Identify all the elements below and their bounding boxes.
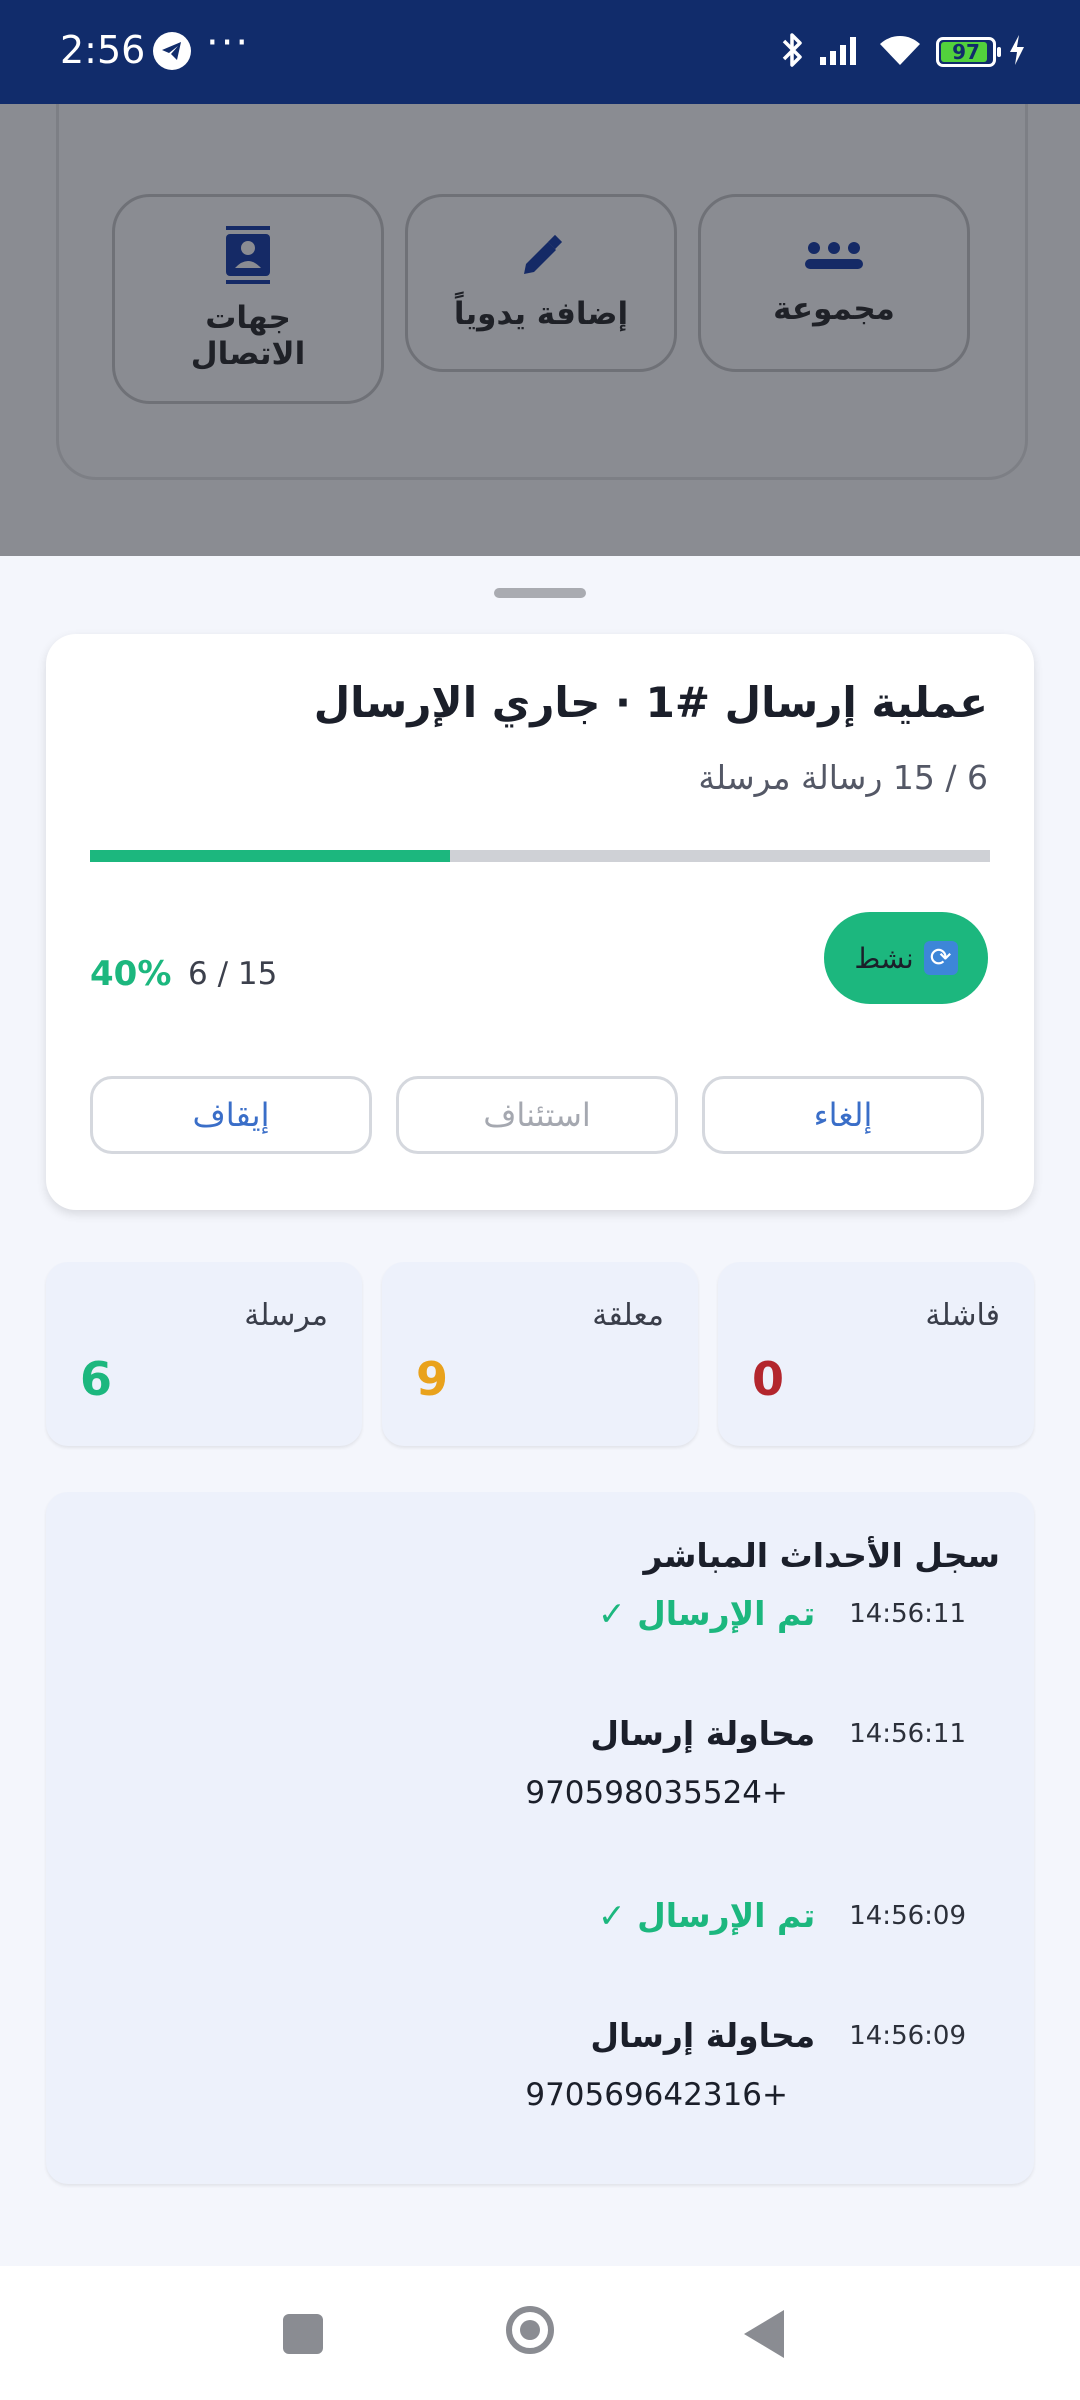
log-entry: 14:56:11 تم الإرسال ✓ (86, 1594, 966, 1633)
group-button-label: مجموعة (773, 291, 895, 327)
log-entry: 14:56:09 تم الإرسال ✓ (86, 1896, 966, 1935)
progress-count: 6 / 15 (188, 956, 278, 992)
progress-percent: 40% (90, 954, 172, 994)
log-entry-time: 14:56:09 (849, 1900, 966, 1931)
log-entry: 14:56:09 محاولة إرسال 970569642316+ (86, 2016, 966, 2113)
log-entry-time: 14:56:09 (849, 2020, 966, 2051)
log-entry-message: محاولة إرسال (590, 2016, 816, 2055)
pending-stat-card: معلقة 9 (382, 1262, 698, 1446)
failed-stat-label: فاشلة (925, 1298, 1000, 1333)
operation-subtitle: 6 / 15 رسالة مرسلة (698, 758, 988, 797)
event-log-title: سجل الأحداث المباشر (643, 1536, 1000, 1575)
telegram-icon (153, 32, 191, 70)
operation-card: عملية إرسال #1 · جاري الإرسال 6 / 15 رسا… (46, 634, 1034, 1210)
sent-stat-label: مرسلة (244, 1298, 328, 1333)
log-entry-phone: 970569642316+ (525, 2077, 788, 2113)
operation-title: عملية إرسال #1 · جاري الإرسال (313, 678, 988, 727)
add-manually-button[interactable]: إضافة يدوياً (405, 194, 677, 372)
charging-icon (1008, 34, 1026, 70)
failed-stat-value: 0 (752, 1352, 785, 1406)
pending-stat-label: معلقة (592, 1298, 664, 1333)
back-button[interactable] (744, 2310, 784, 2358)
wifi-icon (876, 32, 924, 72)
contacts-button-label: جهات الاتصال (190, 300, 306, 372)
pencil-icon (518, 234, 564, 288)
add-manually-button-label: إضافة يدوياً (453, 296, 629, 332)
progress-bar (90, 850, 990, 862)
signal-icon (818, 33, 864, 71)
cancel-button[interactable]: إلغاء (702, 1076, 984, 1154)
battery-level: 97 (952, 40, 980, 64)
stop-button[interactable]: إيقاف (90, 1076, 372, 1154)
drag-handle[interactable] (494, 588, 586, 598)
resume-button[interactable]: استئناف (396, 1076, 678, 1154)
sent-stat-card: مرسلة 6 (46, 1262, 362, 1446)
log-entry-phone: 970598035524+ (525, 1775, 788, 1811)
contacts-icon (224, 226, 272, 292)
pending-stat-value: 9 (416, 1352, 449, 1406)
recent-apps-button[interactable] (283, 2314, 323, 2354)
failed-stat-card: فاشلة 0 (718, 1262, 1034, 1446)
bluetooth-icon (780, 30, 806, 74)
refresh-icon: ⟳ (923, 941, 958, 975)
log-entry-time: 14:56:11 (849, 1598, 966, 1629)
event-log-card[interactable]: سجل الأحداث المباشر 14:56:11 تم الإرسال … (46, 1492, 1034, 2184)
more-notifications-icon: ··· (206, 20, 251, 66)
contacts-button[interactable]: جهات الاتصال (112, 194, 384, 404)
home-button[interactable] (506, 2306, 554, 2354)
log-entry-time: 14:56:11 (849, 1718, 966, 1749)
navigation-bar (0, 2266, 1080, 2400)
status-bar: 2:56 ··· 97 (0, 0, 1080, 104)
log-entry-message: محاولة إرسال (590, 1714, 816, 1753)
sent-stat-value: 6 (80, 1352, 113, 1406)
group-button[interactable]: مجموعة (698, 194, 970, 372)
status-badge: ⟳ نشط (824, 912, 988, 1004)
progress-fill (90, 850, 450, 862)
dimmed-background[interactable]: مجموعة إضافة يدوياً جهات الاتصال (0, 104, 1080, 556)
bottom-sheet: عملية إرسال #1 · جاري الإرسال 6 / 15 رسا… (0, 556, 1080, 2266)
status-badge-label: نشط (854, 941, 914, 975)
status-time: 2:56 (60, 28, 146, 72)
log-entry-message: تم الإرسال ✓ (597, 1896, 816, 1935)
log-entry: 14:56:11 محاولة إرسال 970598035524+ (86, 1714, 966, 1811)
log-entry-message: تم الإرسال ✓ (597, 1594, 816, 1633)
group-icon (805, 239, 863, 283)
battery-icon: 97 (936, 37, 1001, 67)
